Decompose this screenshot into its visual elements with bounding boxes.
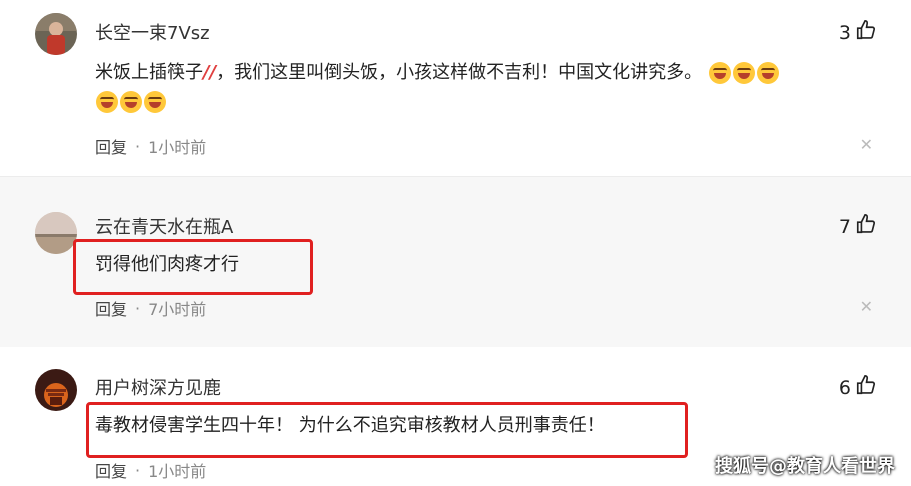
comment-text: 米饭上插筷子//，我们这里叫倒头饭，小孩这样做不吉利！中国文化讲究多。: [95, 58, 875, 116]
like-count: 6: [838, 376, 851, 399]
avatar[interactable]: [35, 13, 77, 55]
laughing-emoji-icon: [96, 91, 118, 113]
like-button[interactable]: 3: [839, 19, 877, 46]
thumbs-up-icon: [855, 374, 877, 401]
laughing-emoji-icon: [144, 91, 166, 113]
avatar[interactable]: [35, 369, 77, 411]
reply-button[interactable]: 回复: [95, 458, 127, 482]
username[interactable]: 云在青天水在瓶A: [95, 213, 233, 239]
like-count: 3: [838, 21, 851, 44]
like-button[interactable]: 6: [839, 374, 877, 401]
timestamp: 7小时前: [148, 300, 207, 319]
comment-meta: 回复 · 7小时前: [95, 296, 206, 320]
timestamp: 1小时前: [148, 138, 207, 157]
username[interactable]: 用户树深方见鹿: [95, 374, 221, 400]
comment-text: 毒教材侵害学生四十年！ 为什么不追究审核教材人员刑事责任！: [95, 415, 605, 436]
timestamp: 1小时前: [148, 462, 207, 481]
username[interactable]: 长空一束7Vsz: [95, 19, 210, 45]
reply-button[interactable]: 回复: [95, 296, 127, 320]
laughing-emoji-icon: [708, 62, 731, 84]
thumbs-up-icon: [855, 213, 877, 240]
chopsticks-glyph: //: [203, 62, 217, 83]
laughing-emoji-icon: [756, 62, 779, 84]
watermark: 搜狐号@教育人看世界: [715, 456, 895, 477]
comment-item: 云在青天水在瓶A 7 罚得他们肉疼才行 回复 · 7小时前 ✕: [0, 176, 911, 347]
close-icon[interactable]: ✕: [860, 297, 873, 316]
laughing-emoji-icon: [732, 62, 755, 84]
comment-meta: 回复 · 1小时前: [95, 134, 206, 158]
reply-button[interactable]: 回复: [95, 134, 127, 158]
separator-dot: ·: [135, 298, 141, 318]
laughing-emoji-icon: [120, 91, 142, 113]
close-icon[interactable]: ✕: [860, 135, 873, 154]
comment-text: 罚得他们肉疼才行: [95, 254, 239, 275]
comment-meta: 回复 · 1小时前: [95, 458, 206, 482]
separator-dot: ·: [135, 460, 141, 480]
avatar[interactable]: [35, 212, 77, 254]
comment-item: 长空一束7Vsz 3 米饭上插筷子//，我们这里叫倒头饭，小孩这样做不吉利！中国…: [0, 0, 911, 175]
like-button[interactable]: 7: [839, 213, 877, 240]
separator-dot: ·: [135, 136, 141, 156]
like-count: 7: [838, 215, 851, 238]
thumbs-up-icon: [855, 19, 877, 46]
